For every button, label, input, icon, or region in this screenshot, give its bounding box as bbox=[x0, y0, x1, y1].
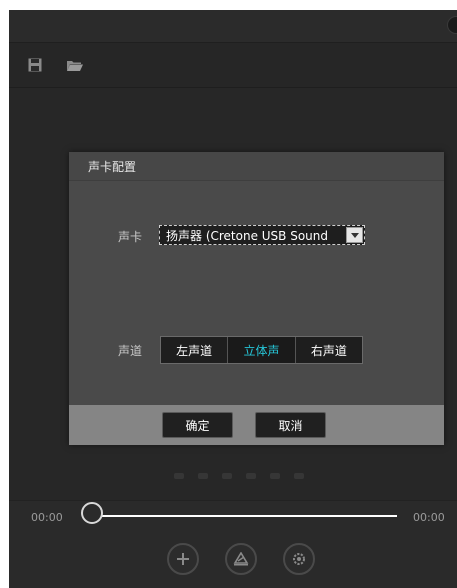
title-bar bbox=[9, 10, 457, 43]
settings-icon bbox=[293, 553, 305, 565]
current-time: 00:00 bbox=[31, 511, 63, 524]
mode-button[interactable] bbox=[225, 543, 257, 575]
add-button[interactable] bbox=[167, 543, 199, 575]
dialog-header: 声卡配置 bbox=[69, 152, 444, 181]
dialog-title: 声卡配置 bbox=[88, 160, 137, 174]
channel-left-button[interactable]: 左声道 bbox=[161, 337, 229, 363]
sound-card-dialog: 声卡配置 bbox=[69, 152, 444, 445]
total-time: 00:00 bbox=[413, 511, 445, 524]
window-control-button[interactable] bbox=[447, 16, 457, 34]
dropdown-arrow-icon[interactable] bbox=[346, 227, 363, 243]
ok-button[interactable]: 确定 bbox=[162, 412, 233, 438]
dialog-body bbox=[69, 181, 444, 405]
hidden-controls bbox=[174, 473, 334, 481]
sound-card-select[interactable]: 扬声器 (Cretone USB Sound bbox=[159, 225, 365, 245]
progress-thumb[interactable] bbox=[81, 502, 103, 524]
sound-card-value: 扬声器 (Cretone USB Sound bbox=[166, 228, 329, 243]
channel-right-button[interactable]: 右声道 bbox=[295, 337, 362, 363]
channel-stereo-button[interactable]: 立体声 bbox=[228, 337, 296, 363]
triangle-icon bbox=[233, 552, 249, 566]
toolbar bbox=[9, 43, 457, 88]
settings-button[interactable] bbox=[283, 543, 315, 575]
sound-card-label: 声卡 bbox=[118, 230, 143, 244]
progress-track[interactable] bbox=[95, 515, 397, 517]
channel-selector: 左声道 立体声 右声道 bbox=[160, 336, 363, 364]
save-icon[interactable] bbox=[25, 55, 45, 75]
add-icon bbox=[177, 553, 189, 565]
channel-label: 声道 bbox=[118, 344, 143, 358]
cancel-button[interactable]: 取消 bbox=[255, 412, 326, 438]
folder-icon[interactable] bbox=[65, 55, 85, 75]
